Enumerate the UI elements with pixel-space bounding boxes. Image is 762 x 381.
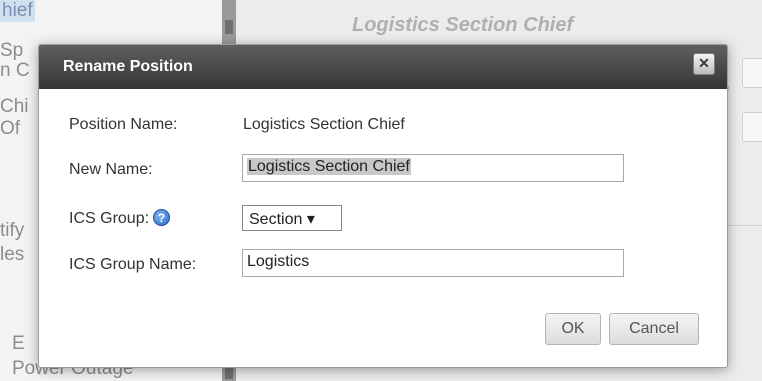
background-sidebar-item: tify [0,220,25,241]
background-sidebar-item: Of [0,118,21,139]
splitter-grip [225,20,233,34]
help-icon[interactable]: ? [153,209,171,226]
cancel-button[interactable]: Cancel [609,313,699,345]
background-box [742,112,762,142]
background-sidebar-item: n C [0,60,30,81]
background-sidebar-item: Chi [0,96,29,117]
ics-group-name-input[interactable]: Logistics [242,249,624,277]
background-sidebar-item: E [12,333,25,354]
new-name-label: New Name: [69,161,153,178]
new-name-input[interactable]: Logistics Section Chief [242,154,624,182]
background-sidebar-item: les [0,244,25,265]
ics-group-select[interactable]: Section ▾ [242,205,342,231]
ok-button[interactable]: OK [545,313,601,345]
close-icon[interactable]: ✕ [693,53,715,75]
background-section-title: Logistics Section Chief [352,14,574,36]
position-name-label: Position Name: [69,116,178,133]
background-box [742,58,762,88]
dialog-title: Rename Position [63,58,193,75]
ics-group-label: ICS Group: [69,210,150,227]
background-sidebar-item: Sp [0,40,24,61]
ics-group-label-row: ICS Group:? [69,209,171,228]
ics-group-name-label: ICS Group Name: [69,256,197,273]
background-sidebar-item: hief [0,0,35,22]
rename-position-dialog: Rename Position ✕ Position Name: Logisti… [38,44,728,368]
dialog-titlebar[interactable]: Rename Position ✕ [39,45,727,89]
position-name-value: Logistics Section Chief [243,116,405,133]
new-name-selected-text: Logistics Section Chief [247,158,411,175]
